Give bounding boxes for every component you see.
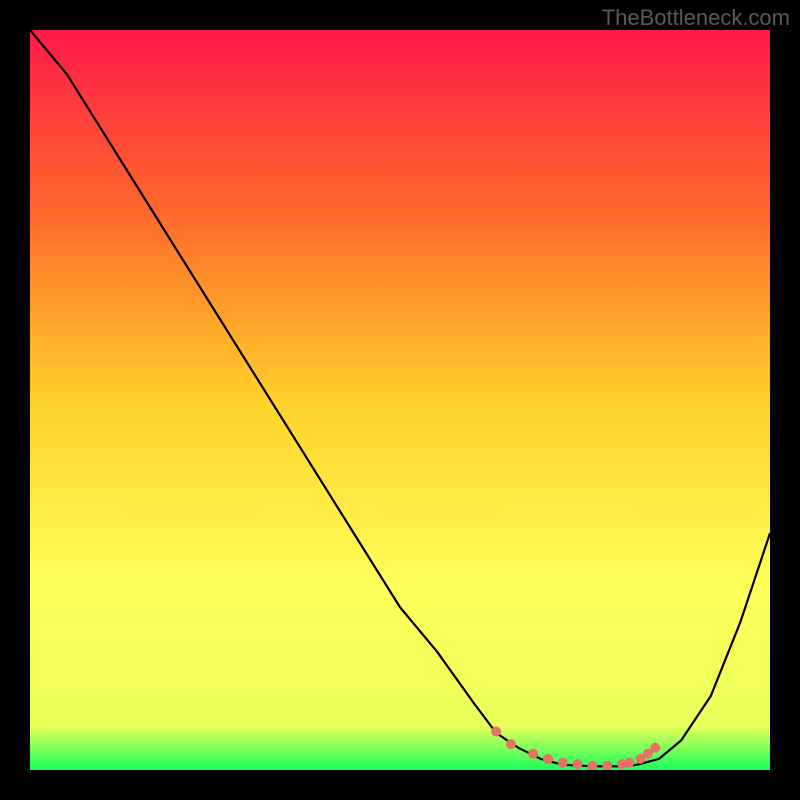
marker-dot	[650, 743, 660, 753]
chart-container	[30, 30, 770, 770]
watermark-text: TheBottleneck.com	[602, 5, 790, 31]
gradient-bg	[30, 30, 770, 770]
marker-dot	[624, 758, 634, 768]
marker-dot	[573, 759, 583, 769]
marker-dot	[491, 727, 501, 737]
chart-svg	[30, 30, 770, 770]
marker-dot	[528, 749, 538, 759]
marker-dot	[543, 754, 553, 764]
marker-dot	[506, 739, 516, 749]
marker-dot	[558, 758, 568, 768]
